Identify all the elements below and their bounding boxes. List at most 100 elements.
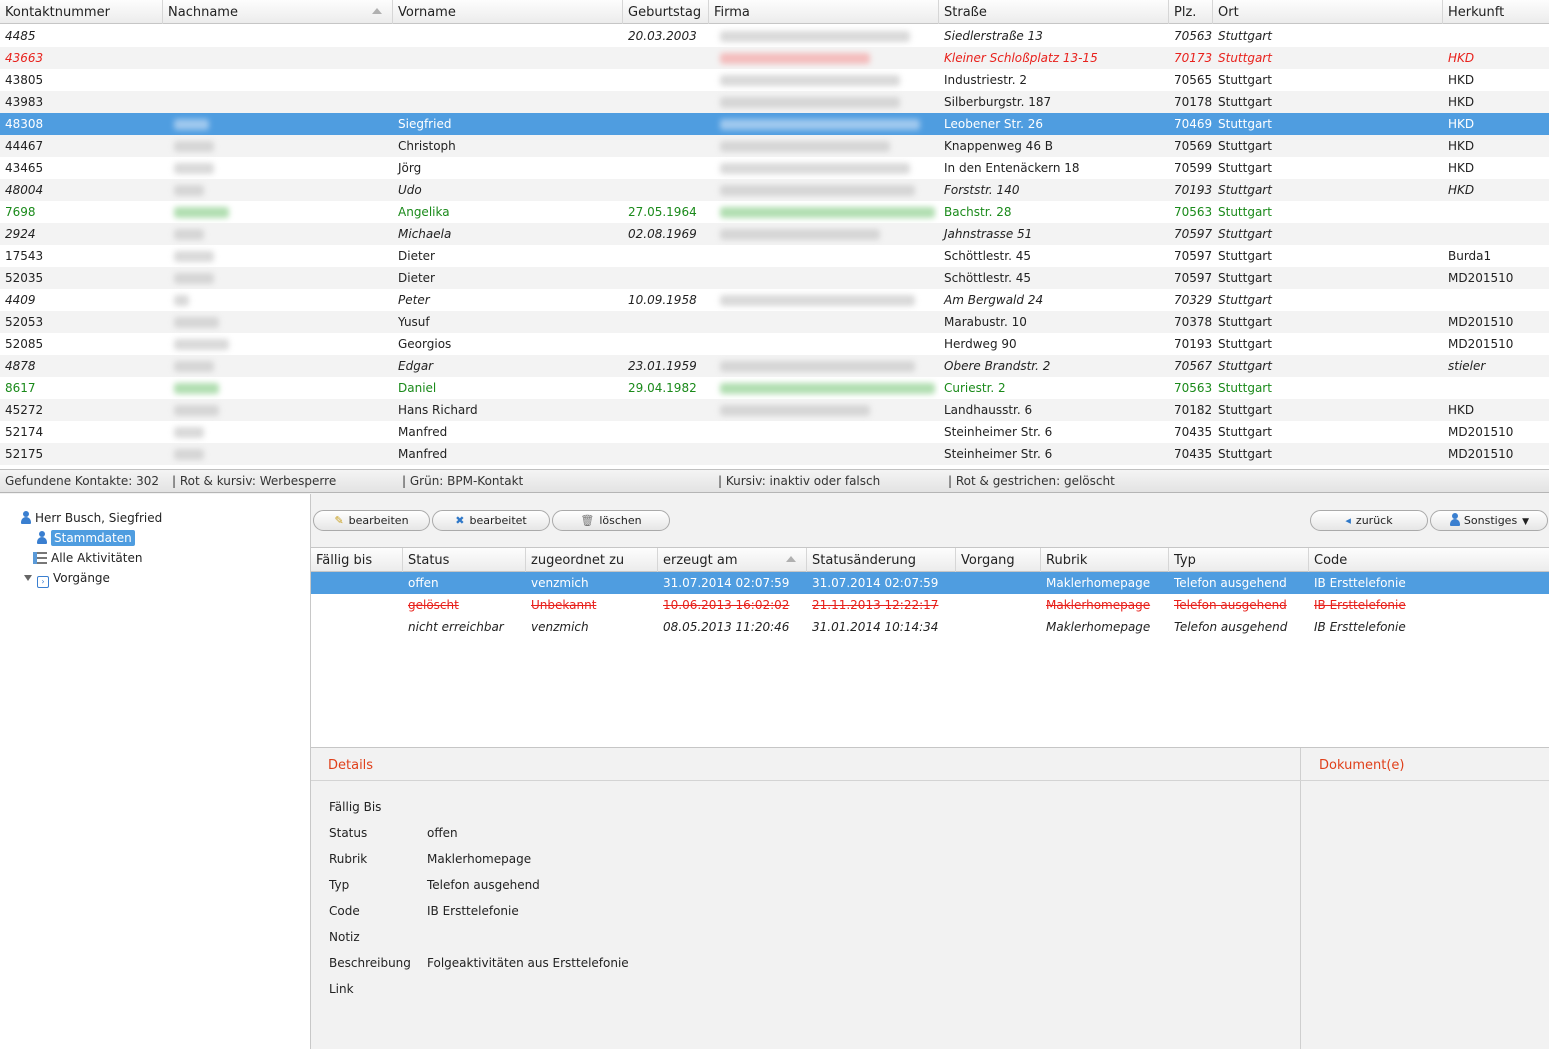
contact-row[interactable]: 43983 Silberburgstr. 187 70178 Stuttgart HKD [0,91,1549,113]
contact-cell-firma [709,399,939,421]
edit-button[interactable]: ✎ bearbeiten [313,510,430,531]
col-status[interactable]: Status [403,548,526,572]
activity-row[interactable]: nicht erreichbar venzmich 08.05.2013 11:20… [311,616,1549,638]
contact-cell-strasse: Schöttlestr. 45 [944,249,1031,263]
contact-cell-herkunft [1443,289,1549,311]
contact-row[interactable]: 8617 Daniel 29.04.1982 Curiestr. 2 70563 Stut… [0,377,1549,399]
contact-cell-geburtstag [623,113,709,135]
contact-cell-vorname: Christoph [398,139,456,153]
contact-cell-herkunft [1443,25,1549,47]
tree-item-alle-aktivitaeten[interactable]: Alle Aktivitäten [33,549,142,567]
redacted-text [174,317,219,328]
contact-row[interactable]: 17543 Dieter Schöttlestr. 45 70597 Stuttgart… [0,245,1549,267]
col-zugeordnet[interactable]: zugeordnet zu [526,548,658,572]
contact-row[interactable]: 52053 Yusuf Marabustr. 10 70378 Stuttgart MD2… [0,311,1549,333]
col-vorname[interactable]: Vorname [393,0,623,24]
col-statusaenderung[interactable]: Statusänderung [807,548,956,572]
contact-row[interactable]: 52175 Manfred Steinheimer Str. 6 70435 Stutt… [0,443,1549,465]
contact-row[interactable]: 45272 Hans Richard Landhausstr. 6 70182 Stut… [0,399,1549,421]
col-erzeugt-am[interactable]: erzeugt am [658,548,807,572]
contact-cell-nachname [163,245,393,267]
contact-cell-plz: 70599 [1174,161,1213,175]
contact-cell-nachname [163,421,393,443]
col-faellig-bis[interactable]: Fällig bis [311,548,403,572]
contact-cell-firma [709,311,939,333]
contact-row[interactable]: 52085 Georgios Herdweg 90 70193 Stuttgart MD2… [0,333,1549,355]
col-strasse[interactable]: Straße [939,0,1169,24]
other-menu-button[interactable]: Sonstiges ▼ [1430,510,1548,531]
contact-cell-firma [709,69,939,91]
contact-row[interactable]: 43465 Jörg In den Entenäckern 18 70599 Stutt… [0,157,1549,179]
contact-cell-vorname: Michaela [398,227,452,241]
col-kontaktnummer[interactable]: Kontaktnummer [0,0,163,24]
contact-row[interactable]: 4878 Edgar 23.01.1959 Obere Brandstr. 2 7056… [0,355,1549,377]
activity-cell-code: IB Ersttelefonie [1314,576,1406,590]
activity-cell-faellig [311,594,403,616]
contact-row[interactable]: 43663 Kleiner Schloßplatz 13-15 70173 Stutt… [0,47,1549,69]
tree-item-stammdaten[interactable]: Stammdaten [36,529,135,547]
tree-item-vorgaenge[interactable]: › Vorgänge [24,569,110,588]
col-ort[interactable]: Ort [1213,0,1443,24]
contact-cell-herkunft: MD201510 [1448,315,1514,329]
contact-cell-nachname [163,113,393,135]
contact-cell-ort: Stuttgart [1218,51,1272,65]
contact-row[interactable]: 2924 Michaela 02.08.1969 Jahnstrasse 51 7059… [0,223,1549,245]
activity-cell-erzeugt: 31.07.2014 02:07:59 [663,576,790,590]
contact-row[interactable]: 48308 Siegfried Leobener Str. 26 70469 Stutt… [0,113,1549,135]
detail-label: Notiz [329,930,360,944]
col-herkunft[interactable]: Herkunft [1443,0,1549,24]
contact-row[interactable]: 44467 Christoph Knappenweg 46 B 70569 Stuttg… [0,135,1549,157]
contact-cell-firma [709,25,939,47]
activity-cell-rubrik: Maklerhomepage [1046,620,1151,634]
contact-row[interactable]: 52035 Dieter Schöttlestr. 45 70597 Stuttgart… [0,267,1549,289]
col-plz[interactable]: Plz. [1169,0,1213,24]
col-firma[interactable]: Firma [709,0,939,24]
activity-cell-status: gelöscht [408,598,459,612]
col-geburtstag[interactable]: Geburtstag [623,0,709,24]
contact-cell-strasse: Curiestr. 2 [944,381,1006,395]
contact-cell-strasse: Steinheimer Str. 6 [944,425,1053,439]
delete-button[interactable]: 🗑 löschen [552,510,670,531]
contact-cell-geburtstag [623,245,709,267]
contact-cell-strasse: Knappenweg 46 B [944,139,1053,153]
contact-cell-plz: 70563 [1174,205,1213,219]
contact-row[interactable]: 4409 Peter 10.09.1958 Am Bergwald 24 70329 St… [0,289,1549,311]
activity-cell-vorgang [956,572,1041,594]
back-button[interactable]: ◂ zurück [1310,510,1428,531]
contact-cell-strasse: Industriestr. 2 [944,73,1028,87]
detail-value: Folgeaktivitäten aus Ersttelefonie [427,956,629,970]
edited-button[interactable]: ✖ bearbeitet [432,510,550,531]
contact-cell-strasse: Bachstr. 28 [944,205,1012,219]
expand-arrow-icon[interactable] [24,575,32,581]
contact-row[interactable]: 52174 Manfred Steinheimer Str. 6 70435 Stutt… [0,421,1549,443]
contact-cell-herkunft [1443,223,1549,245]
person-icon [36,531,48,544]
col-nachname[interactable]: Nachname [163,0,393,24]
edit-button-label: bearbeiten [348,514,409,527]
contact-cell-geburtstag [623,399,709,421]
found-count: Gefundene Kontakte: 302 [5,474,159,488]
contact-cell-nr: 44467 [5,139,44,153]
contact-row[interactable]: 7698 Angelika 27.05.1964 Bachstr. 28 70563 St… [0,201,1549,223]
activity-row[interactable]: gelöscht Unbekannt 10.06.2013 16:02:02 21.1… [311,594,1549,616]
redacted-text [174,405,219,416]
contact-cell-herkunft [1443,201,1549,223]
contact-cell-nr: 4409 [5,293,36,307]
detail-value: Maklerhomepage [427,852,532,866]
col-vorgang[interactable]: Vorgang [956,548,1041,572]
contact-row[interactable]: 48004 Udo Forststr. 140 70193 Stuttgart HKD [0,179,1549,201]
person-icon [1449,513,1461,526]
contact-cell-nachname [163,91,393,113]
activity-row[interactable]: offen venzmich 31.07.2014 02:07:59 31.07.20… [311,572,1549,594]
contact-row[interactable]: 43805 Industriestr. 2 70565 Stuttgart HKD [0,69,1549,91]
activity-cell-zugeordnet: venzmich [531,620,589,634]
col-typ[interactable]: Typ [1169,548,1309,572]
sort-asc-icon [786,556,796,562]
activity-cell-vorgang [956,616,1041,638]
contact-cell-geburtstag [623,135,709,157]
tree-root-contact[interactable]: Herr Busch, Siegfried [20,509,162,527]
col-code[interactable]: Code [1309,548,1549,572]
contact-row[interactable]: 4485 20.03.2003 Siedlerstraße 13 70563 Stutt… [0,25,1549,47]
col-rubrik[interactable]: Rubrik [1041,548,1169,572]
detail-label: Status [329,826,368,840]
